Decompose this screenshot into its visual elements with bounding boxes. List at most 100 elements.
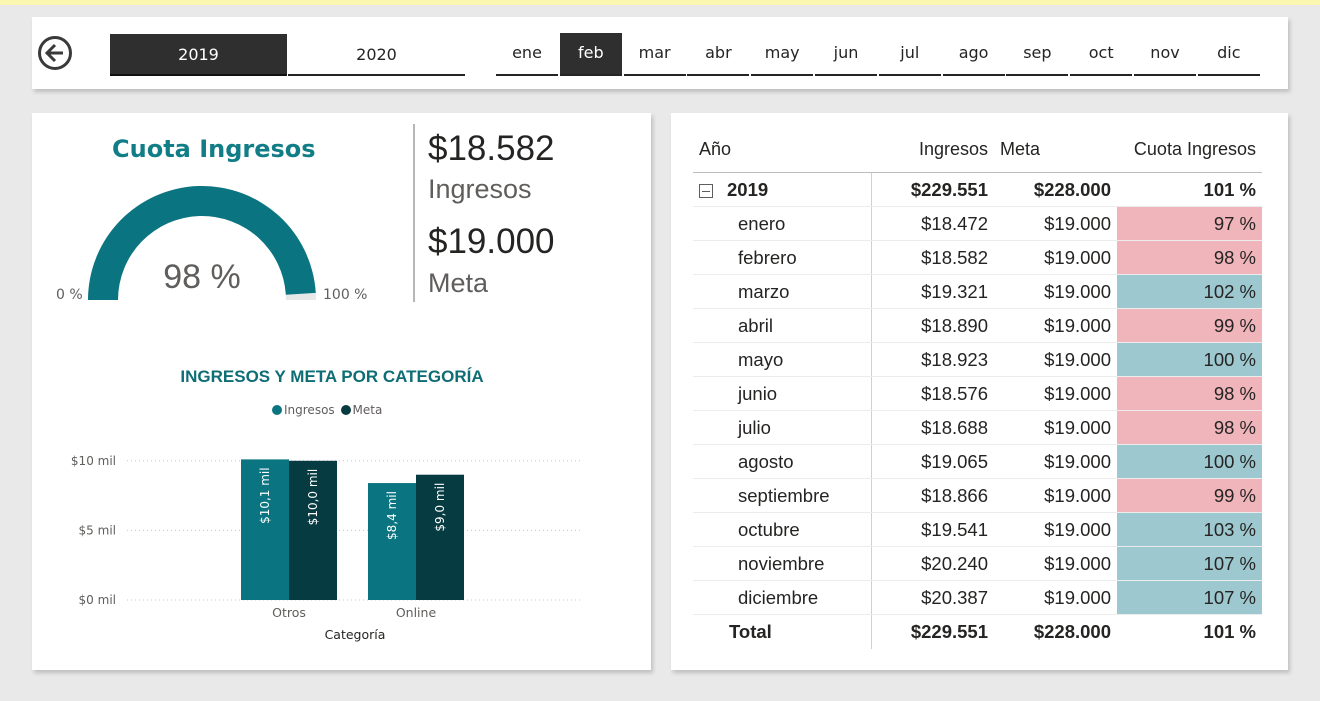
year-button-2019[interactable]: 2019	[110, 34, 287, 76]
month-label: octubre	[693, 512, 872, 547]
month-meta: $19.000	[994, 444, 1117, 479]
month-cuota: 107 %	[1117, 546, 1262, 581]
month-meta: $19.000	[994, 342, 1117, 377]
month-cuota: 100 %	[1117, 444, 1262, 479]
ingresos-matrix: Año Ingresos Meta Cuota Ingresos 2019 $2…	[693, 126, 1262, 649]
year-button-2020[interactable]: 2020	[288, 34, 465, 76]
gauge-min-label: 0 %	[56, 287, 83, 303]
month-ingresos: $18.582	[871, 240, 994, 275]
month-row: marzo $19.321 $19.000 102 %	[693, 274, 1262, 309]
month-row: octubre $19.541 $19.000 103 %	[693, 512, 1262, 547]
month-button-4[interactable]: may	[751, 33, 814, 76]
month-label: enero	[693, 206, 872, 241]
total-row: Total $229.551 $228.000 101 %	[693, 614, 1262, 649]
month-label: diciembre	[693, 580, 872, 615]
month-cuota: 102 %	[1117, 274, 1262, 309]
month-row: febrero $18.582 $19.000 98 %	[693, 240, 1262, 275]
month-row: mayo $18.923 $19.000 100 %	[693, 342, 1262, 377]
month-button-0[interactable]: ene	[496, 33, 558, 76]
month-cuota: 98 %	[1117, 240, 1262, 275]
legend-item-ingresos[interactable]: Ingresos	[272, 403, 335, 417]
year-cell: 2019	[693, 172, 872, 207]
month-row: agosto $19.065 $19.000 100 %	[693, 444, 1262, 479]
header-ingresos[interactable]: Ingresos	[871, 126, 994, 173]
chart-title: INGRESOS Y META POR CATEGORÍA	[180, 367, 484, 386]
month-cuota: 100 %	[1117, 342, 1262, 377]
bar-data-label: $8,4 mil	[385, 491, 399, 540]
date-slicer-panel: 2019 2020 ene feb mar abr may jun jul ago sep oct…	[32, 17, 1288, 89]
month-ingresos: $18.923	[871, 342, 994, 377]
month-label: febrero	[693, 240, 872, 275]
month-ingresos: $18.688	[871, 410, 994, 445]
year-meta: $228.000	[994, 172, 1117, 207]
year-ingresos: $229.551	[871, 172, 994, 207]
x-tick-label: Online	[396, 605, 437, 620]
month-ingresos: $18.576	[871, 376, 994, 411]
total-cuota: 101 %	[1203, 620, 1256, 642]
collapse-icon[interactable]	[699, 183, 713, 198]
legend-item-meta[interactable]: Meta	[340, 403, 383, 417]
legend-dot-meta	[340, 405, 351, 415]
month-meta: $19.000	[994, 546, 1117, 581]
month-ingresos: $20.240	[871, 546, 994, 581]
month-meta: $19.000	[994, 512, 1117, 547]
y-tick-label: $10 mil	[71, 454, 116, 468]
header-cuota[interactable]: Cuota Ingresos	[1117, 126, 1262, 173]
meta-kpi-value: $19.000	[428, 222, 555, 261]
month-ingresos: $18.866	[871, 478, 994, 513]
kpi-panel: Cuota Ingresos 98 % 0 % 100 % $18.582 In…	[32, 113, 651, 670]
x-axis-title: Categoría	[325, 627, 386, 642]
total-meta: $228.000	[1033, 620, 1111, 642]
month-row: septiembre $18.866 $19.000 99 %	[693, 478, 1262, 513]
month-cuota: 99 %	[1117, 308, 1262, 343]
month-label: noviembre	[693, 546, 872, 581]
back-button[interactable]	[38, 36, 72, 70]
top-accent-strip	[0, 0, 1320, 5]
month-ingresos: $19.541	[871, 512, 994, 547]
month-button-10[interactable]: nov	[1134, 33, 1196, 76]
legend-dot-ingresos	[272, 405, 282, 415]
month-meta: $19.000	[994, 410, 1117, 445]
legend-label-meta: Meta	[352, 403, 383, 417]
month-button-8[interactable]: sep	[1006, 33, 1069, 76]
month-button-11[interactable]: dic	[1197, 33, 1260, 76]
matrix-header-row: Año Ingresos Meta Cuota Ingresos	[693, 126, 1262, 173]
month-cuota: 98 %	[1117, 376, 1262, 411]
year-label: 2019	[727, 178, 769, 200]
matrix-panel: Año Ingresos Meta Cuota Ingresos 2019 $2…	[671, 113, 1288, 670]
month-button-2[interactable]: mar	[623, 33, 686, 76]
bar-data-label: $10,0 mil	[306, 469, 320, 526]
header-meta[interactable]: Meta	[994, 126, 1117, 173]
month-button-1[interactable]: feb	[559, 33, 622, 76]
month-cuota: 107 %	[1117, 580, 1262, 615]
month-button-6[interactable]: jul	[878, 33, 941, 76]
header-ano[interactable]: Año	[693, 126, 871, 173]
month-label: mayo	[693, 342, 872, 377]
month-row: diciembre $20.387 $19.000 107 %	[693, 580, 1262, 615]
month-label: julio	[693, 410, 872, 445]
ingresos-meta-bar-chart[interactable]: $0 mil $5 mil $10 mil $10,1 mil $10,0 mil Otr…	[32, 433, 632, 653]
gauge-title: Cuota Ingresos	[112, 135, 316, 163]
month-row: julio $18.688 $19.000 98 %	[693, 410, 1262, 445]
month-button-9[interactable]: oct	[1070, 33, 1133, 76]
month-button-5[interactable]: jun	[815, 33, 877, 76]
year-row: 2019 $229.551 $228.000 101 %	[693, 172, 1262, 207]
month-meta: $19.000	[994, 240, 1117, 275]
month-row: junio $18.576 $19.000 98 %	[693, 376, 1262, 411]
y-tick-label: $5 mil	[79, 523, 116, 537]
legend-label-ingresos: Ingresos	[284, 403, 335, 417]
total-label: Total	[693, 614, 872, 649]
month-ingresos: $20.387	[871, 580, 994, 615]
month-button-7[interactable]: ago	[942, 33, 1005, 76]
month-button-3[interactable]: abr	[687, 33, 750, 76]
month-label: septiembre	[693, 478, 872, 513]
month-ingresos: $18.890	[871, 308, 994, 343]
month-row: enero $18.472 $19.000 97 %	[693, 206, 1262, 241]
meta-kpi-label: Meta	[428, 268, 489, 298]
bar-data-label: $10,1 mil	[258, 467, 272, 524]
month-cuota: 98 %	[1117, 410, 1262, 445]
chart-legend[interactable]: Ingresos Meta	[272, 403, 384, 417]
month-label: agosto	[693, 444, 872, 479]
bar-data-label: $9,0 mil	[433, 483, 447, 532]
month-ingresos: $19.321	[871, 274, 994, 309]
